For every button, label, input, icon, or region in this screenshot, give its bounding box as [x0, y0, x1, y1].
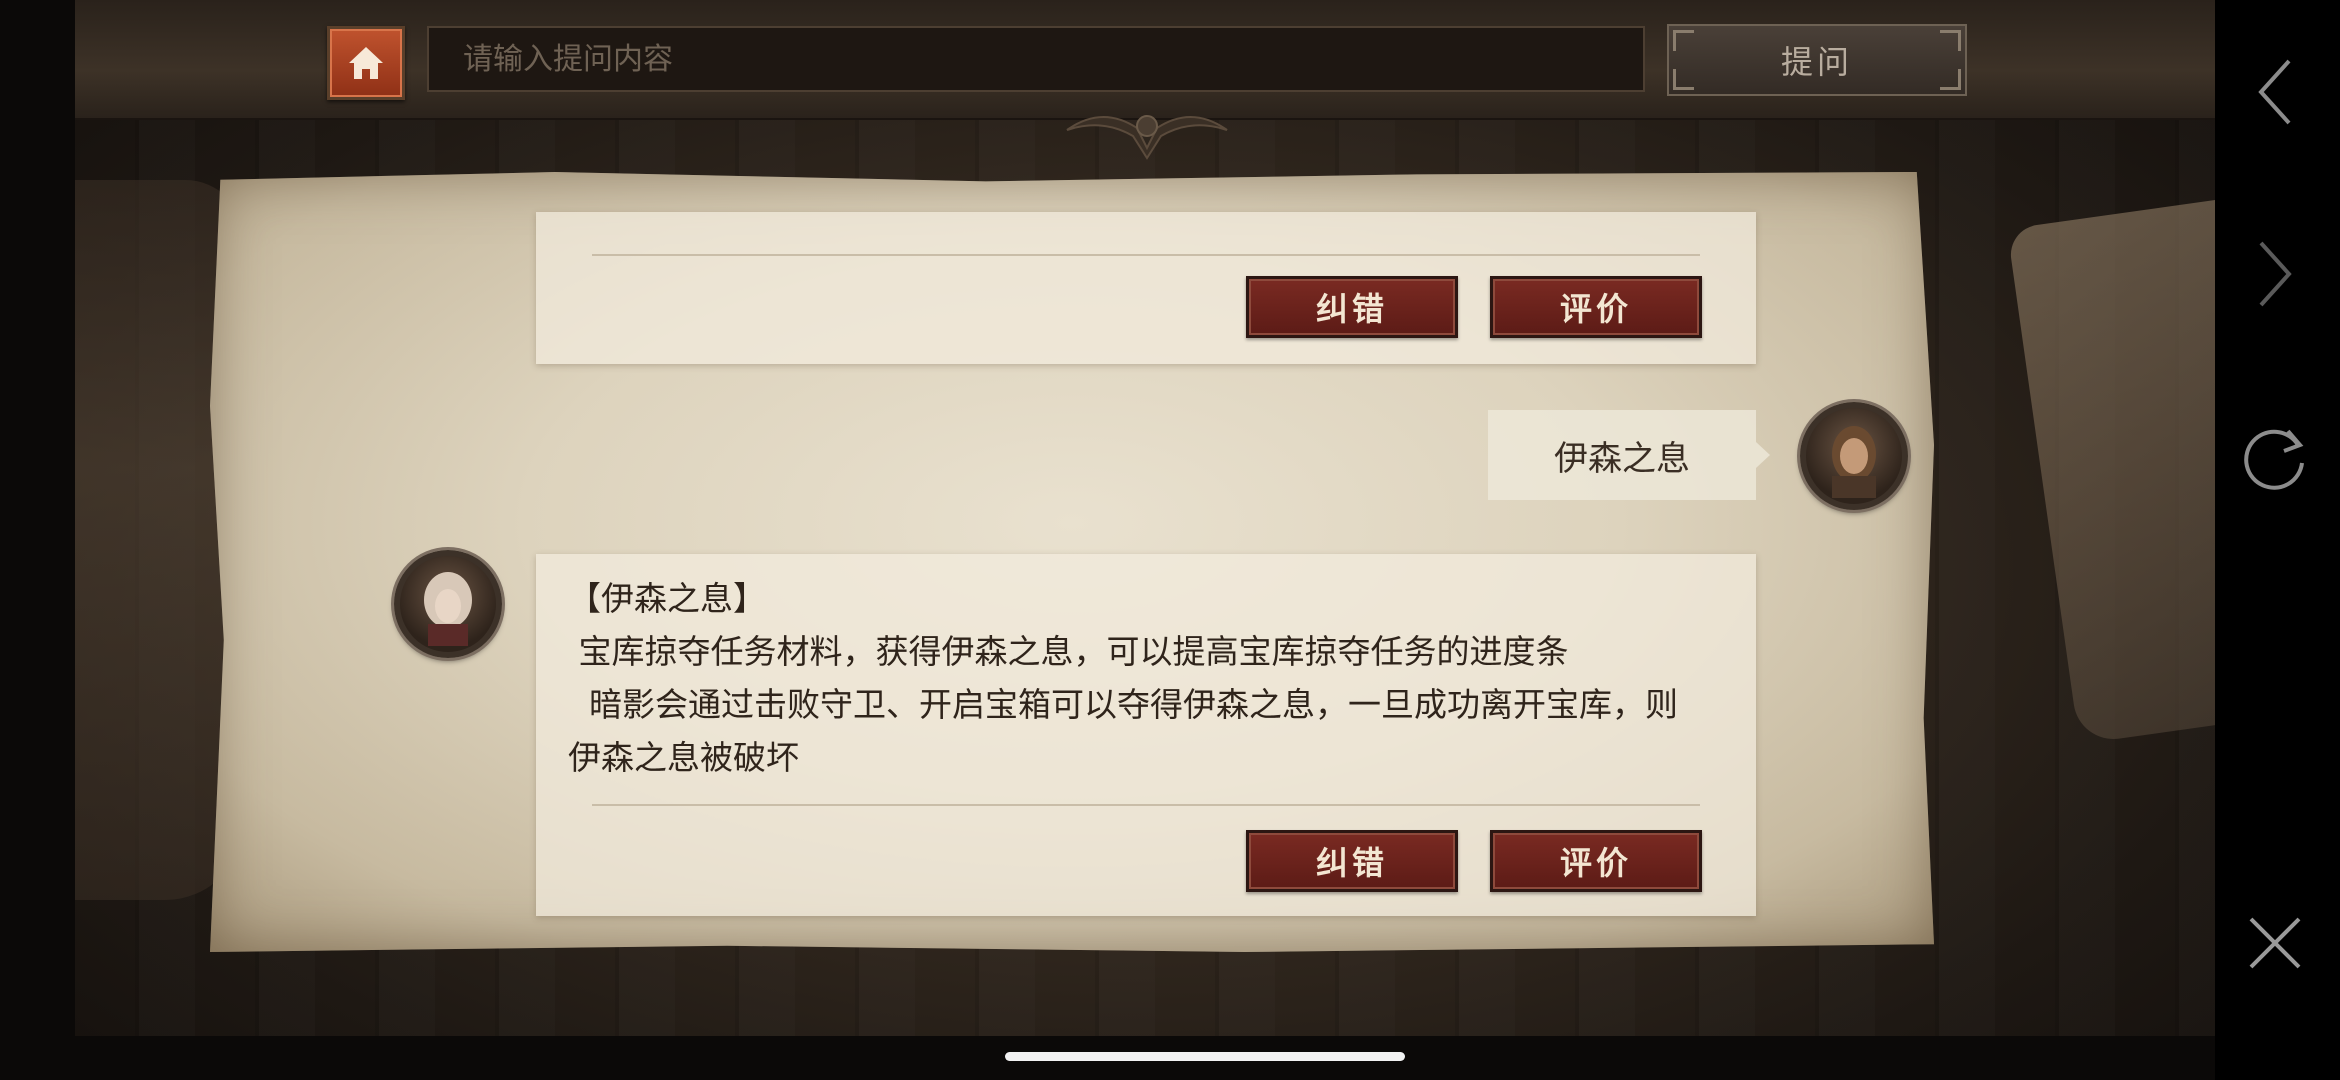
button-corner-ornament [1940, 69, 1961, 90]
correct-button-label: 纠错 [1315, 290, 1388, 328]
refresh-button[interactable] [2225, 408, 2325, 508]
assistant-avatar [394, 550, 502, 658]
answer-title: 【伊森之息】 [568, 579, 766, 618]
home-gesture-bar[interactable] [1005, 1052, 1405, 1061]
forward-button[interactable] [2225, 224, 2325, 324]
user-portrait-icon [1832, 426, 1876, 498]
rate-button[interactable]: 评价 [1490, 830, 1702, 892]
button-corner-ornament [1673, 30, 1694, 51]
button-corner-ornament [1673, 69, 1694, 90]
user-message-text: 伊森之息 [1554, 438, 1690, 479]
card-divider [592, 254, 1700, 256]
back-chevron-icon [2258, 59, 2291, 125]
answer-text: 【伊森之息】 宝库掠夺任务材料，获得伊森之息，可以提高宝库掠夺任务的进度条 暗影… [568, 572, 1708, 784]
correct-button[interactable]: 纠错 [1246, 830, 1458, 892]
top-ornament-icon [1057, 100, 1237, 160]
back-button[interactable] [2225, 42, 2325, 142]
close-icon [2249, 917, 2301, 969]
rate-button[interactable]: 评价 [1490, 276, 1702, 338]
correct-button[interactable]: 纠错 [1246, 276, 1458, 338]
home-icon [349, 47, 383, 79]
answer-line-1: 宝库掠夺任务材料，获得伊森之息，可以提高宝库掠夺任务的进度条 [568, 632, 1569, 671]
refresh-icon [2244, 429, 2304, 490]
ask-button-label: 提问 [1780, 43, 1853, 81]
home-button[interactable] [327, 26, 405, 100]
user-bubble-tail [1756, 442, 1770, 468]
rate-button-label: 评价 [1559, 844, 1632, 882]
button-corner-ornament [1940, 30, 1961, 51]
correct-button-label: 纠错 [1315, 844, 1388, 882]
close-button[interactable] [2225, 893, 2325, 993]
ask-button[interactable]: 提问 [1667, 24, 1967, 96]
user-message-bubble: 伊森之息 [1488, 410, 1756, 500]
rate-button-label: 评价 [1559, 290, 1632, 328]
answer-line-2: 暗影会通过击败守卫、开启宝箱可以夺得伊森之息，一旦成功离开宝库，则伊森之息被破坏 [568, 685, 1678, 777]
card-divider [592, 804, 1700, 806]
assistant-portrait-icon [424, 572, 472, 646]
question-input[interactable] [427, 26, 1645, 92]
forward-chevron-icon [2259, 241, 2292, 307]
user-avatar[interactable] [1800, 402, 1908, 510]
